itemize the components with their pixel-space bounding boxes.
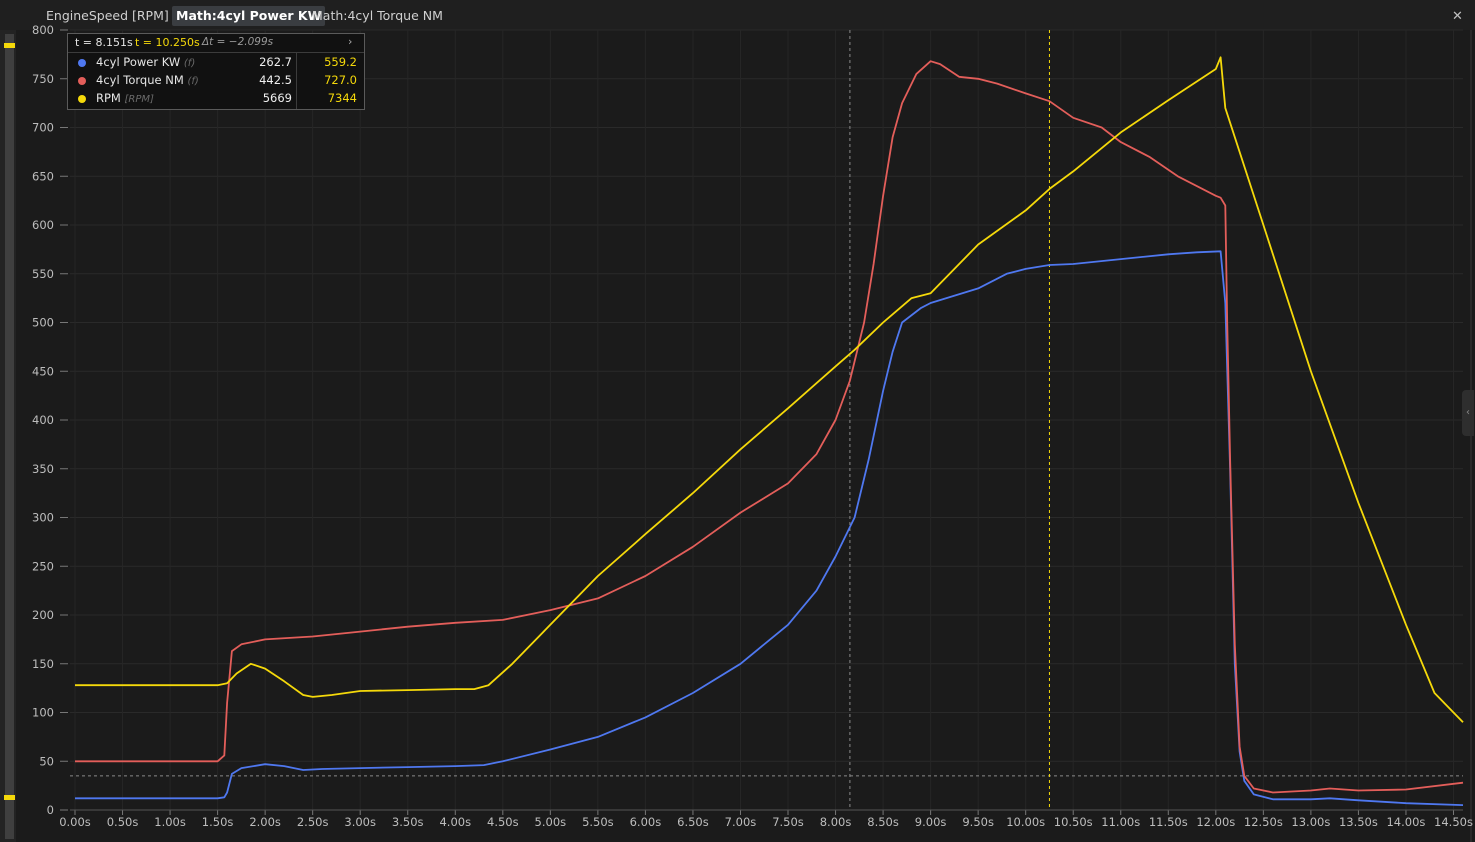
x-tick-label: 12.50s: [1244, 815, 1283, 829]
chart-canvas[interactable]: 0 50 100 150 200 250 300 350 400 450 500 550 600 650 7…: [0, 0, 1475, 842]
cursor1-time: t = 8.151s: [75, 36, 133, 49]
series-color-dot-icon: [78, 95, 86, 103]
legend-series-unit: (f): [187, 76, 199, 87]
y-tick-label: 400: [32, 413, 54, 427]
x-tick-label: 11.50s: [1149, 815, 1188, 829]
cursor2-time: t = 10.250s: [135, 36, 200, 49]
legend-row-power: 4cyl Power KW (f) 262.7 559.2: [68, 54, 364, 71]
y-tick-label: 200: [32, 608, 54, 622]
legend-series-unit: [RPM]: [124, 94, 154, 105]
y-tick-label: 0: [47, 803, 54, 817]
x-tick-label: 5.50s: [582, 815, 614, 829]
x-tick-label: 4.50s: [487, 815, 519, 829]
y-tick-label: 100: [32, 706, 54, 720]
series-color-dot-icon: [78, 59, 86, 67]
legend-value-cursor2: 7344: [327, 91, 357, 105]
series-color-dot-icon: [78, 77, 86, 85]
legend-row-rpm: RPM [RPM] 5669 7344: [68, 90, 364, 107]
x-tick-label: 2.00s: [249, 815, 281, 829]
chevron-right-icon[interactable]: ›: [348, 35, 352, 48]
x-tick-label: 3.50s: [392, 815, 424, 829]
y-tick-label: 250: [32, 559, 54, 573]
y-tick-label: 650: [32, 169, 54, 183]
x-tick-label: 0.00s: [59, 815, 91, 829]
x-tick-label: 1.00s: [154, 815, 186, 829]
x-tick-label: 11.00s: [1101, 815, 1140, 829]
series-line-rpm: [75, 56, 1464, 723]
x-tick-label: 6.00s: [630, 815, 662, 829]
legend-series-unit: (f): [183, 58, 196, 69]
series-lines: [75, 56, 1464, 806]
x-tick-label: 6.50s: [677, 815, 709, 829]
series-line-power: [75, 250, 1464, 806]
x-tick-label: 7.50s: [772, 815, 804, 829]
x-tick-label: 9.00s: [915, 815, 947, 829]
y-tick-label: 750: [32, 72, 54, 86]
x-tick-label: 1.50s: [202, 815, 234, 829]
cursor-legend: t = 8.151s t = 10.250s Δt = −2.099s › 4c…: [67, 33, 365, 110]
x-tick-label: 8.00s: [820, 815, 852, 829]
legend-row-torque: 4cyl Torque NM (f) 442.5 727.0: [68, 72, 364, 89]
y-tick-label: 50: [39, 754, 54, 768]
axes: 0 50 100 150 200 250 300 350 400 450 500 550 600 650 7…: [32, 23, 1473, 829]
grid: [70, 29, 1463, 811]
x-tick-label: 12.00s: [1196, 815, 1235, 829]
cursor-delta: Δt = −2.099s: [202, 36, 274, 48]
x-tick-label: 10.50s: [1054, 815, 1093, 829]
x-tick-label: 5.00s: [535, 815, 567, 829]
y-tick-label: 800: [32, 23, 54, 37]
x-tick-label: 13.00s: [1291, 815, 1330, 829]
legend-value-cursor1: 5669: [262, 91, 292, 105]
x-tick-label: 4.00s: [439, 815, 471, 829]
legend-series-name: RPM: [96, 91, 121, 105]
series-line-torque: [75, 60, 1464, 794]
x-tick-label: 2.50s: [297, 815, 329, 829]
legend-header: t = 8.151s t = 10.250s Δt = −2.099s ›: [68, 34, 364, 53]
y-tick-label: 300: [32, 511, 54, 525]
legend-value-cursor2: 727.0: [324, 73, 357, 87]
x-tick-label: 10.00s: [1006, 815, 1045, 829]
legend-value-cursor1: 262.7: [259, 55, 292, 69]
x-tick-label: 13.50s: [1339, 815, 1378, 829]
x-tick-label: 14.00s: [1386, 815, 1425, 829]
legend-value-cursor2: 559.2: [324, 55, 357, 69]
x-tick-label: 9.50s: [962, 815, 994, 829]
x-tick-label: 14.50s: [1434, 815, 1473, 829]
y-tick-label: 700: [32, 121, 54, 135]
legend-value-cursor1: 442.5: [259, 73, 292, 87]
x-tick-label: 8.50s: [867, 815, 899, 829]
legend-series-name: 4cyl Power KW: [96, 55, 181, 69]
x-tick-label: 7.00s: [725, 815, 757, 829]
y-tick-label: 450: [32, 364, 54, 378]
legend-series-name: 4cyl Torque NM: [96, 73, 184, 87]
y-tick-label: 350: [32, 462, 54, 476]
y-tick-label: 550: [32, 267, 54, 281]
y-tick-label: 500: [32, 316, 54, 330]
y-tick-label: 150: [32, 657, 54, 671]
x-tick-label: 0.50s: [107, 815, 139, 829]
y-tick-label: 600: [32, 218, 54, 232]
x-tick-label: 3.00s: [344, 815, 376, 829]
